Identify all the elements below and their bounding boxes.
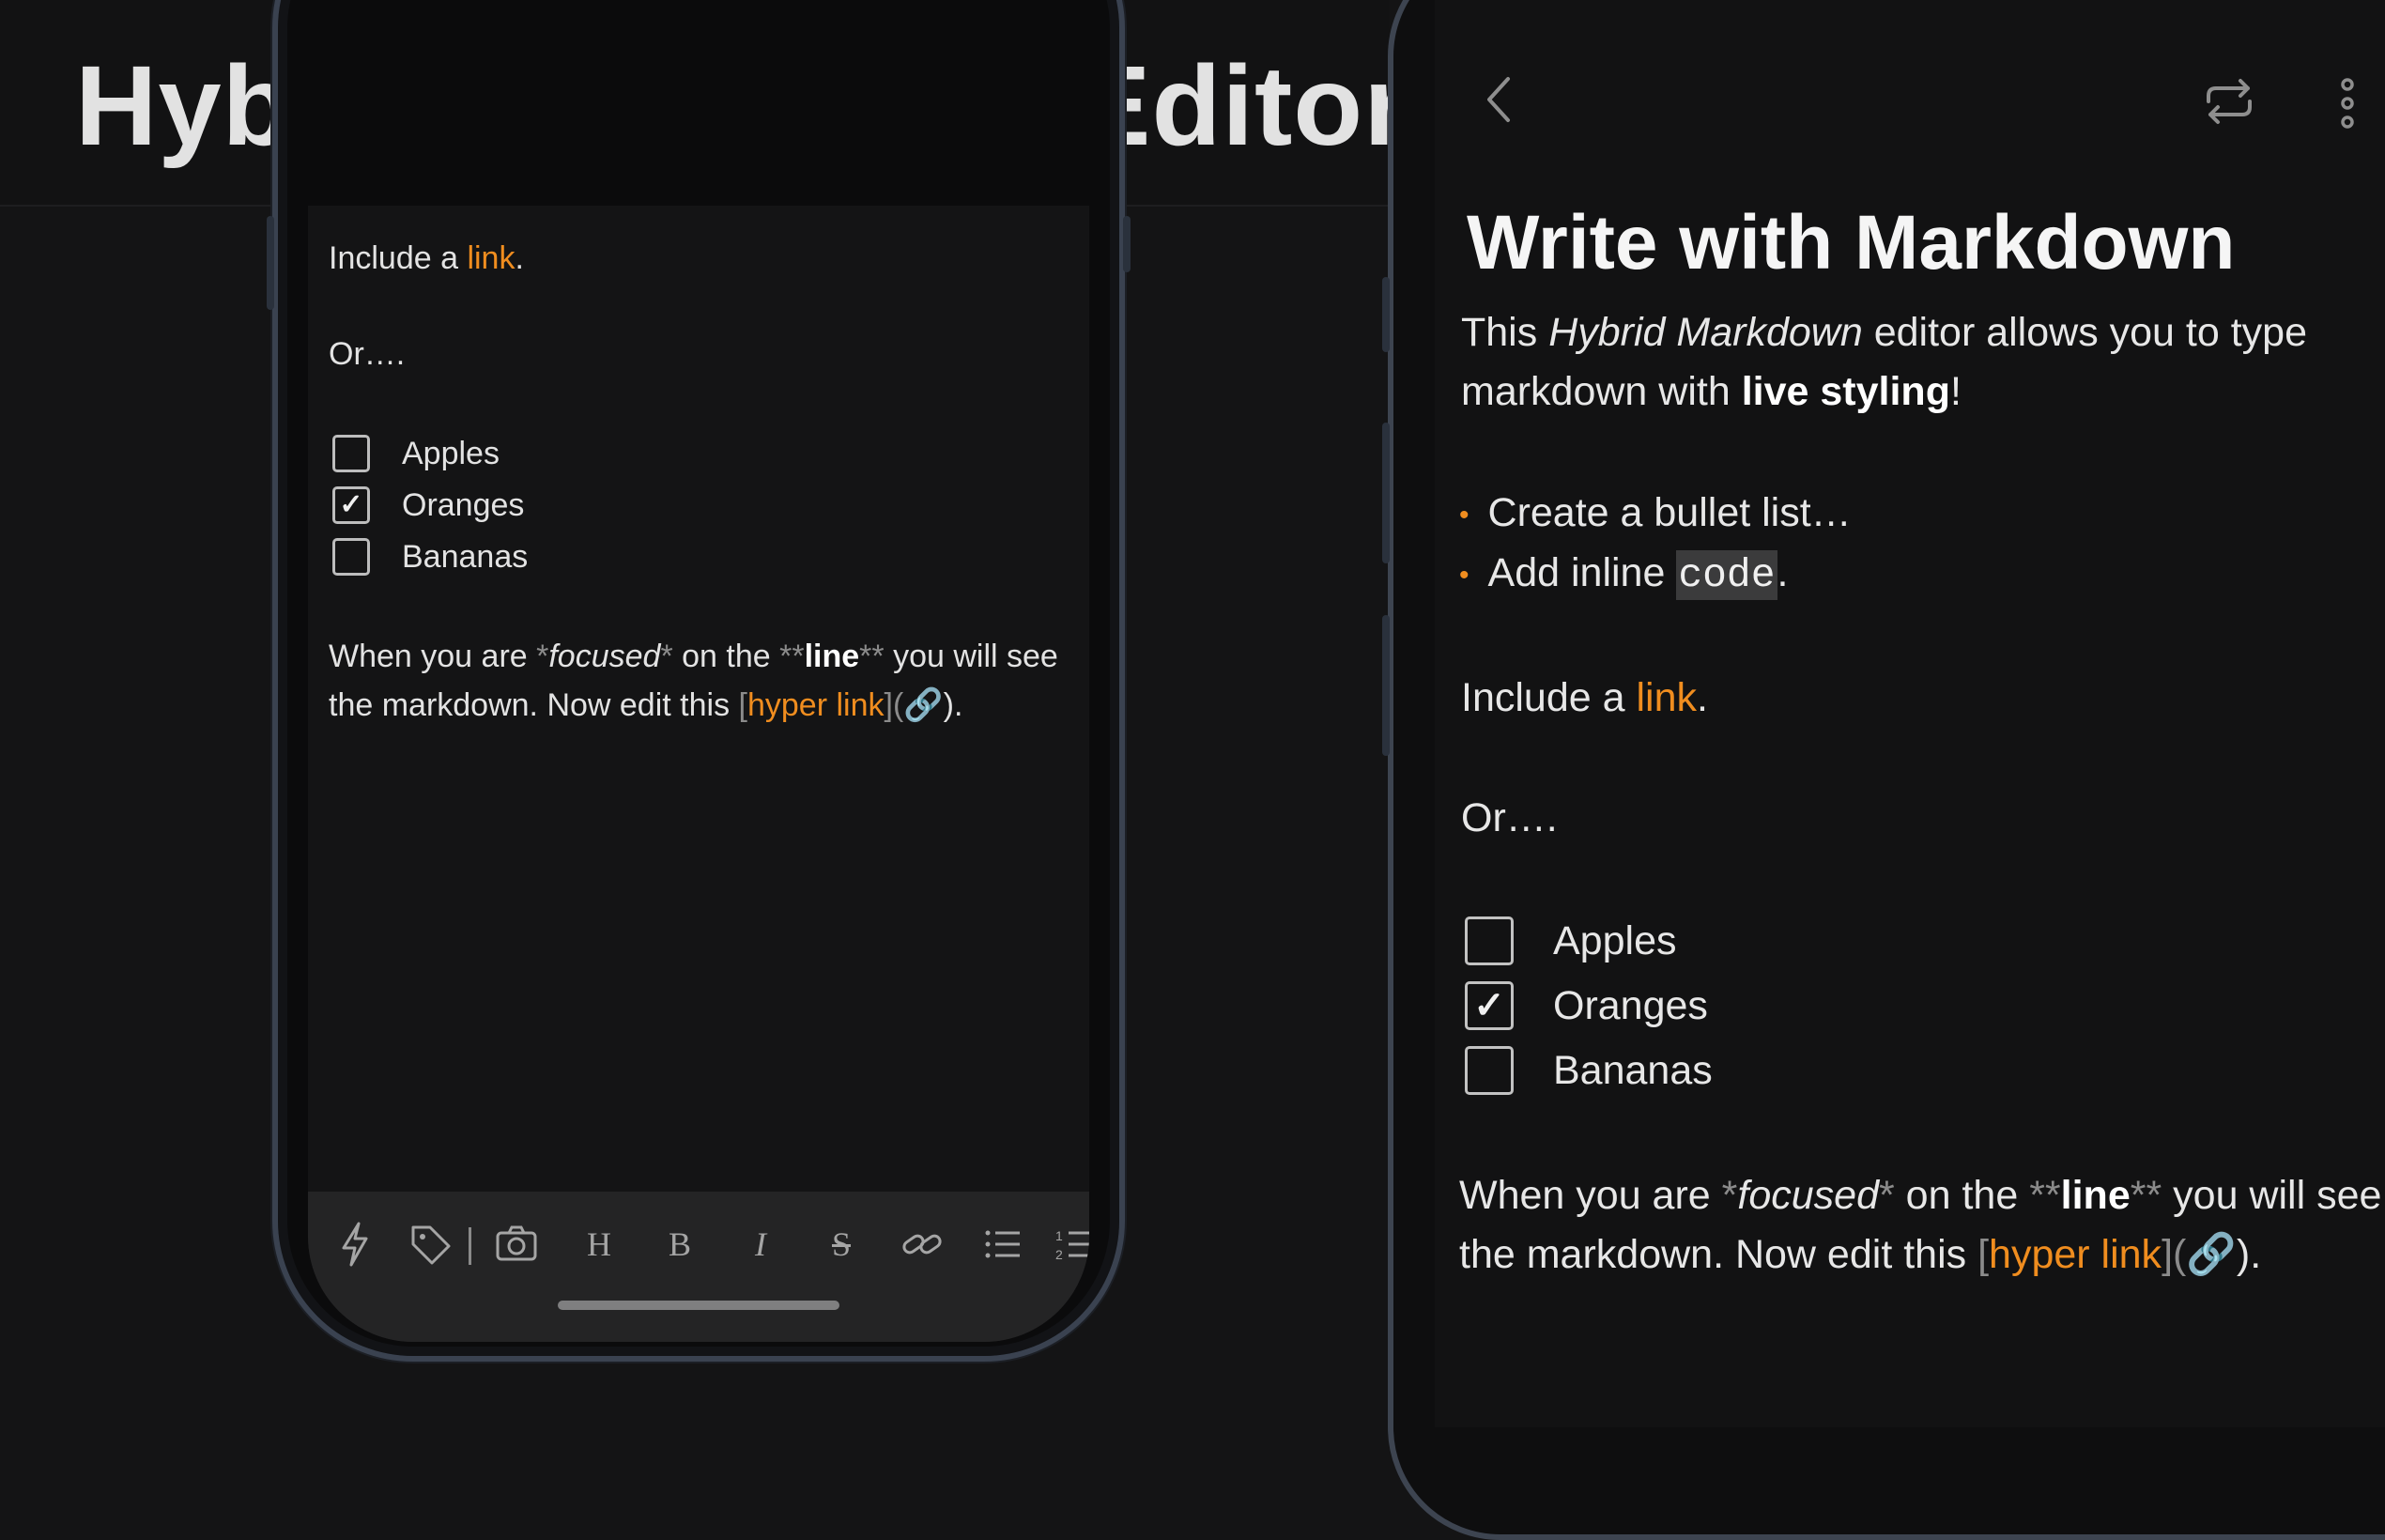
markdown-marker: ** bbox=[2130, 1173, 2162, 1218]
right-phone-side-button bbox=[1382, 277, 1390, 352]
focus-paragraph-line-1: When you are *focused* on the **line** y… bbox=[1459, 1166, 2381, 1225]
checkbox-checked[interactable]: ✓ bbox=[332, 486, 370, 524]
italic-text: focused bbox=[548, 639, 661, 674]
checklist-label: Bananas bbox=[402, 539, 529, 575]
checkbox-checked[interactable]: ✓ bbox=[1465, 981, 1514, 1030]
intro-line-1: This Hybrid Markdown editor allows you t… bbox=[1461, 303, 2307, 362]
left-phone-power-button bbox=[1123, 216, 1131, 272]
checklist-label: Oranges bbox=[1553, 983, 1708, 1028]
link-line-suffix: . bbox=[515, 240, 524, 276]
bullet-dot: • bbox=[1459, 499, 1469, 531]
link-icon[interactable]: 🔗 bbox=[903, 687, 943, 723]
checklist-label: Apples bbox=[1553, 918, 1677, 963]
link-icon[interactable] bbox=[898, 1220, 946, 1269]
checkbox-unchecked[interactable] bbox=[332, 435, 370, 472]
inline-link[interactable]: link bbox=[467, 240, 515, 276]
paragraph-text: editor allows you to type bbox=[1862, 310, 2308, 355]
bullet-text: Add inline bbox=[1487, 550, 1677, 595]
note-title: Write with Markdown bbox=[1467, 200, 2236, 285]
link-icon[interactable]: 🔗 bbox=[2186, 1232, 2237, 1277]
left-phone-screen: Include a link. Or…. Apples ✓ Oranges Ba… bbox=[308, 206, 1089, 1342]
bold-text: line bbox=[2060, 1173, 2131, 1218]
markdown-marker: ]( bbox=[884, 687, 904, 723]
formatting-toolbar: H B I S 12 bbox=[308, 1192, 1089, 1342]
focus-paragraph-line-2: the markdown. Now edit this [hyper link]… bbox=[329, 681, 962, 730]
right-phone-volume-up bbox=[1382, 423, 1390, 563]
italic-text: Hybrid Markdown bbox=[1548, 310, 1863, 355]
home-indicator[interactable] bbox=[558, 1301, 839, 1310]
markdown-marker: * bbox=[660, 639, 673, 674]
paragraph-text: markdown with bbox=[1461, 369, 1742, 414]
link-line: Include a link. bbox=[329, 234, 524, 283]
markdown-marker: ** bbox=[859, 639, 885, 674]
markdown-marker: * bbox=[1721, 1173, 1738, 1218]
strikethrough-icon[interactable]: S bbox=[817, 1220, 866, 1269]
checklist-label: Apples bbox=[402, 436, 500, 471]
paragraph-text: ! bbox=[1949, 369, 1962, 414]
paragraph-text: you will see bbox=[2162, 1173, 2382, 1218]
paragraph-text: on the bbox=[672, 639, 780, 674]
link-line-prefix: Include a bbox=[1461, 675, 1637, 720]
checkbox-unchecked[interactable] bbox=[1465, 916, 1514, 965]
bullet-text: Create a bullet list… bbox=[1487, 490, 1852, 535]
paragraph-text: the markdown. Now edit this bbox=[329, 687, 739, 723]
link-line: Include a link. bbox=[1461, 669, 1708, 728]
checkbox-unchecked[interactable] bbox=[1465, 1046, 1514, 1095]
checklist-label: Bananas bbox=[1553, 1048, 1713, 1093]
or-text: Or…. bbox=[329, 336, 406, 372]
markdown-marker: ** bbox=[779, 639, 805, 674]
hyper-link[interactable]: hyper link bbox=[747, 687, 885, 723]
toolbar-separator bbox=[469, 1227, 471, 1265]
focus-paragraph-line-2: the markdown. Now edit this [hyper link]… bbox=[1459, 1225, 2261, 1285]
bullet-dot: • bbox=[1459, 559, 1469, 591]
inline-link[interactable]: link bbox=[1636, 675, 1697, 720]
numbered-list-icon[interactable]: 12 bbox=[1052, 1220, 1089, 1269]
paragraph-text: on the bbox=[1894, 1173, 2030, 1218]
svg-text:2: 2 bbox=[1055, 1247, 1063, 1262]
markdown-marker: [ bbox=[738, 687, 747, 723]
sync-icon[interactable] bbox=[2201, 73, 2257, 134]
markdown-marker: [ bbox=[1977, 1232, 1990, 1277]
paragraph-text: you will see bbox=[884, 639, 1058, 674]
markdown-marker: * bbox=[536, 639, 549, 674]
tag-icon[interactable] bbox=[406, 1220, 454, 1269]
or-text: Or…. bbox=[1461, 795, 1558, 840]
heading-icon[interactable]: H bbox=[575, 1220, 623, 1269]
more-icon[interactable] bbox=[2336, 77, 2359, 134]
right-phone-screen: Write with Markdown This Hybrid Markdown… bbox=[1435, 0, 2385, 1427]
checklist-label: Oranges bbox=[402, 487, 525, 523]
bullet-item: • Create a bullet list… bbox=[1459, 485, 1852, 544]
bullet-text: . bbox=[1777, 550, 1789, 595]
back-chevron-icon[interactable] bbox=[1482, 71, 1516, 132]
paragraph-text: ). bbox=[943, 687, 963, 723]
paragraph-text: When you are bbox=[1459, 1173, 1722, 1218]
right-phone-volume-down bbox=[1382, 615, 1390, 756]
italic-icon[interactable]: I bbox=[736, 1220, 785, 1269]
bold-text: live styling bbox=[1741, 369, 1950, 414]
camera-icon[interactable] bbox=[492, 1220, 541, 1269]
left-phone-side-button bbox=[267, 216, 274, 310]
link-line-suffix: . bbox=[1697, 675, 1708, 720]
link-line-prefix: Include a bbox=[329, 240, 468, 276]
paragraph-text: ). bbox=[2236, 1232, 2262, 1277]
paragraph-text: the markdown. Now edit this bbox=[1459, 1232, 1978, 1277]
paragraph-text: This bbox=[1461, 310, 1549, 355]
italic-text: focused bbox=[1737, 1173, 1879, 1218]
checkbox-unchecked[interactable] bbox=[332, 538, 370, 576]
focus-paragraph-line-1: When you are *focused* on the **line** y… bbox=[329, 632, 1058, 681]
hyper-link[interactable]: hyper link bbox=[1989, 1232, 2162, 1277]
markdown-marker: ]( bbox=[2162, 1232, 2187, 1277]
lightning-icon[interactable] bbox=[331, 1220, 379, 1269]
bold-icon[interactable]: B bbox=[655, 1220, 704, 1269]
markdown-marker: * bbox=[1879, 1173, 1895, 1218]
inline-code: code bbox=[1676, 550, 1777, 600]
bold-text: line bbox=[804, 639, 860, 674]
bullet-list-icon[interactable] bbox=[978, 1220, 1027, 1269]
svg-text:1: 1 bbox=[1055, 1228, 1063, 1243]
markdown-marker: ** bbox=[2029, 1173, 2061, 1218]
intro-line-2: markdown with live styling! bbox=[1461, 362, 1962, 422]
paragraph-text: When you are bbox=[329, 639, 537, 674]
bullet-item: • Add inline code. bbox=[1459, 545, 1789, 604]
